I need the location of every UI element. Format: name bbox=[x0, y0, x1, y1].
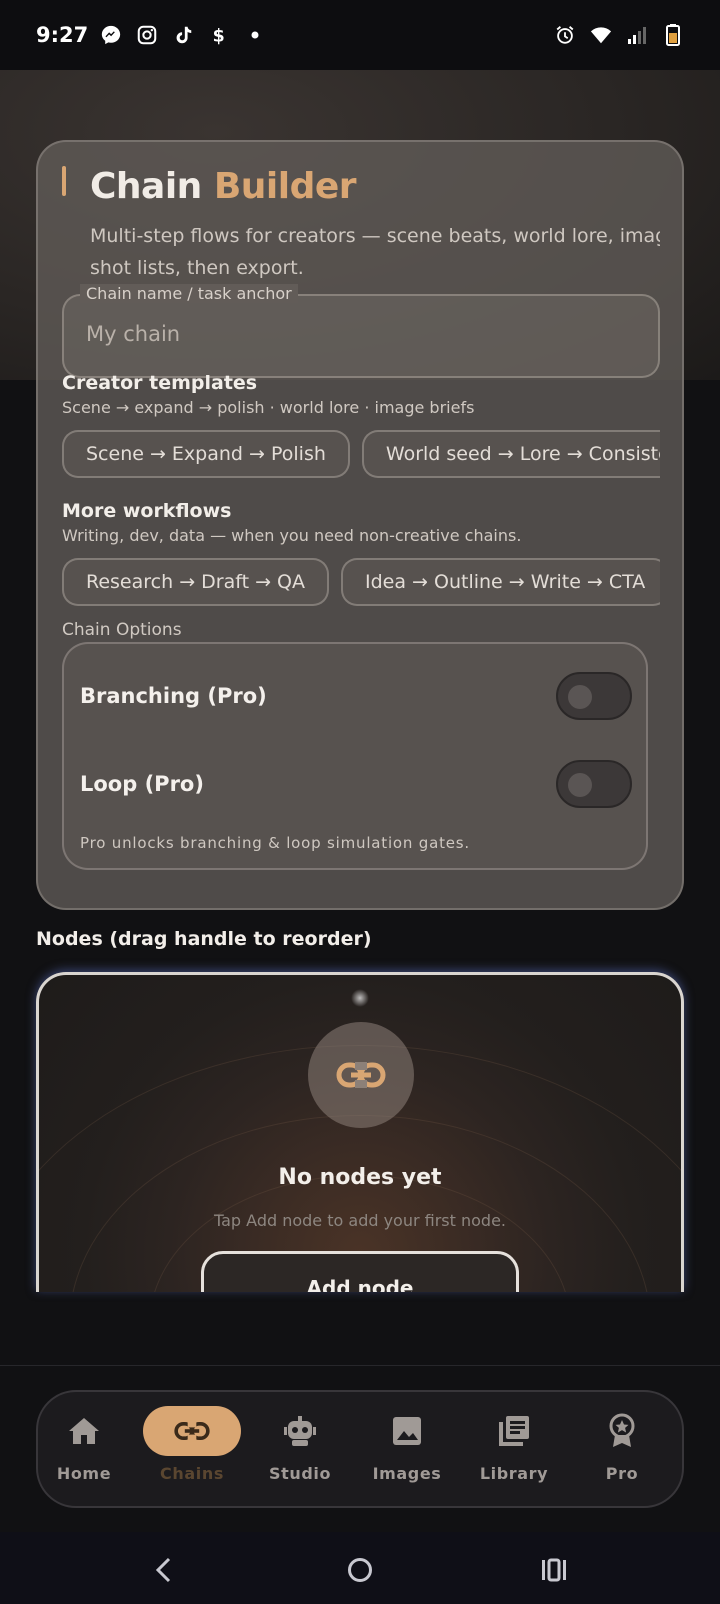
empty-state-link-icon bbox=[308, 1022, 414, 1128]
image-icon bbox=[358, 1406, 456, 1456]
nav-label-pro: Pro bbox=[605, 1464, 639, 1483]
nav-item-chains[interactable]: Chains bbox=[142, 1406, 242, 1494]
system-nav-bar bbox=[0, 1532, 720, 1604]
back-icon[interactable] bbox=[144, 1550, 184, 1590]
add-node-label: Add node bbox=[306, 1276, 414, 1292]
nav-item-images[interactable]: Images bbox=[357, 1406, 457, 1494]
add-node-button[interactable]: Add node bbox=[201, 1251, 519, 1292]
nav-item-studio[interactable]: Studio bbox=[250, 1406, 350, 1494]
empty-state-title: No nodes yet bbox=[278, 1165, 442, 1190]
nav-label-home: Home bbox=[56, 1464, 112, 1483]
creator-templates-chips: Scene → Expand → Polish World seed → Lor… bbox=[62, 430, 660, 480]
nav-label-chains: Chains bbox=[160, 1464, 224, 1483]
cashapp-icon: $ bbox=[208, 24, 230, 46]
template-chip-scene[interactable]: Scene → Expand → Polish bbox=[62, 430, 350, 478]
more-workflows-subtitle: Writing, dev, data — when you need non-c… bbox=[62, 526, 522, 545]
instagram-icon bbox=[136, 24, 158, 46]
title-word-chain: Chain bbox=[90, 166, 202, 207]
svg-text:$: $ bbox=[213, 26, 225, 46]
divider bbox=[0, 1365, 720, 1366]
messenger-icon bbox=[100, 24, 122, 46]
subtitle-line-2: shot lists, then export. bbox=[90, 257, 304, 279]
chain-options-label: Chain Options bbox=[62, 620, 182, 640]
toggle-knob bbox=[568, 685, 592, 709]
loop-option-row: Loop (Pro) bbox=[80, 754, 632, 814]
recents-icon[interactable] bbox=[534, 1550, 574, 1590]
title-word-builder: Builder bbox=[213, 166, 357, 207]
robot-icon bbox=[251, 1406, 349, 1456]
home-icon bbox=[35, 1406, 133, 1456]
home-circle-icon[interactable] bbox=[340, 1550, 380, 1590]
more-workflows-title: More workflows bbox=[62, 500, 232, 522]
status-time: 9:27 bbox=[36, 23, 89, 47]
creator-templates-subtitle: Scene → expand → polish · world lore · i… bbox=[62, 398, 475, 417]
nav-label-library: Library bbox=[479, 1464, 549, 1483]
chain-builder-card: Chain Builder Multi-step flows for creat… bbox=[36, 140, 684, 910]
nav-label-studio: Studio bbox=[268, 1464, 332, 1483]
dot-icon bbox=[244, 24, 266, 46]
glow-dot bbox=[351, 989, 369, 1007]
pro-note: Pro unlocks branching & loop simulation … bbox=[80, 834, 470, 852]
branching-option-row: Branching (Pro) bbox=[80, 666, 632, 726]
chain-options-panel: Branching (Pro) Loop (Pro) Pro unlocks b… bbox=[62, 642, 648, 870]
chain-name-field[interactable]: Chain name / task anchor My chain bbox=[62, 284, 660, 378]
title-accent-bar bbox=[62, 166, 66, 196]
more-workflows-chips: Research → Draft → QA Idea → Outline → W… bbox=[62, 558, 660, 608]
page-subtitle: Multi-step flows for creators — scene be… bbox=[90, 220, 660, 284]
loop-label: Loop (Pro) bbox=[80, 772, 204, 796]
chain-name-input[interactable]: My chain bbox=[86, 322, 180, 346]
tiktok-icon bbox=[172, 24, 194, 46]
battery-icon bbox=[662, 24, 684, 46]
link-icon bbox=[143, 1406, 241, 1456]
subtitle-line-1: Multi-step flows for creators — scene be… bbox=[90, 225, 660, 247]
nav-item-library[interactable]: Library bbox=[464, 1406, 564, 1494]
nodes-panel: No nodes yet Tap Add node to add your fi… bbox=[36, 972, 684, 1292]
library-icon bbox=[465, 1406, 563, 1456]
branching-label: Branching (Pro) bbox=[80, 684, 267, 708]
signal-icon bbox=[626, 24, 648, 46]
screen: 9:27 $ Chain Builder Multi-step flows fo… bbox=[0, 0, 720, 1604]
empty-state-subtitle: Tap Add node to add your first node. bbox=[213, 1211, 507, 1230]
nav-label-images: Images bbox=[372, 1464, 442, 1483]
alarm-icon bbox=[554, 24, 576, 46]
template-chip-world-seed[interactable]: World seed → Lore → Consistency bbox=[361, 430, 660, 478]
chain-name-label: Chain name / task anchor bbox=[80, 284, 298, 303]
wifi-icon bbox=[590, 24, 612, 46]
page-title: Chain Builder bbox=[90, 166, 357, 207]
nav-item-pro[interactable]: Pro bbox=[572, 1406, 672, 1494]
status-bar: 9:27 $ bbox=[0, 0, 720, 70]
workflow-chip-research[interactable]: Research → Draft → QA bbox=[62, 558, 329, 606]
loop-toggle[interactable] bbox=[556, 760, 632, 808]
award-icon bbox=[573, 1406, 671, 1456]
nodes-title: Nodes (drag handle to reorder) bbox=[36, 928, 372, 950]
workflow-chip-idea[interactable]: Idea → Outline → Write → CTA bbox=[341, 558, 660, 606]
bottom-nav: Home Chains Studio Images Library Pro bbox=[36, 1390, 684, 1508]
creator-templates-title: Creator templates bbox=[62, 372, 258, 394]
nav-item-home[interactable]: Home bbox=[34, 1406, 134, 1494]
branching-toggle[interactable] bbox=[556, 672, 632, 720]
toggle-knob bbox=[568, 773, 592, 797]
